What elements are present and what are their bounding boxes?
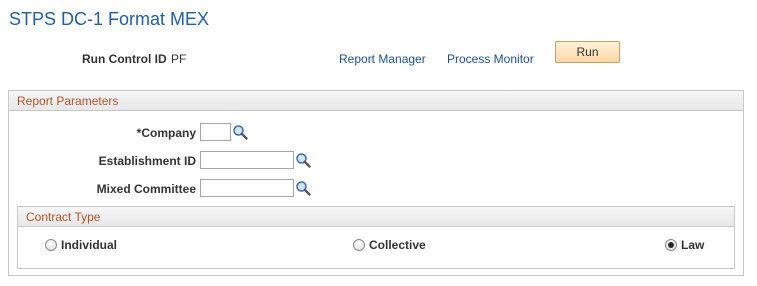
contract-type-law-option[interactable]: Law	[665, 238, 704, 252]
report-parameters-group: Report Parameters *Company Establishment…	[8, 90, 744, 276]
contract-type-group: Contract Type Individual Collective Law	[17, 206, 735, 269]
contract-type-header: Contract Type	[18, 207, 734, 227]
company-input[interactable]	[200, 123, 231, 141]
individual-label: Individual	[61, 238, 118, 252]
mixed-committee-input[interactable]	[200, 179, 294, 197]
collective-radio[interactable]	[353, 239, 365, 251]
run-control-id-value: PF	[171, 52, 187, 66]
individual-radio[interactable]	[45, 239, 57, 251]
report-parameters-header: Report Parameters	[9, 91, 743, 111]
report-manager-link[interactable]: Report Manager	[339, 52, 426, 66]
run-button[interactable]: Run	[555, 41, 620, 63]
company-lookup-icon[interactable]	[232, 124, 248, 140]
establishment-id-label: Establishment ID	[98, 154, 196, 168]
process-monitor-link[interactable]: Process Monitor	[447, 52, 534, 66]
contract-type-collective-option[interactable]: Collective	[353, 238, 426, 252]
mixed-committee-lookup-icon[interactable]	[295, 180, 311, 196]
establishment-id-lookup-icon[interactable]	[295, 152, 311, 168]
run-control-id-label: Run Control ID	[82, 52, 167, 66]
company-label: *Company	[136, 126, 196, 140]
law-radio[interactable]	[665, 239, 677, 251]
contract-type-individual-option[interactable]: Individual	[45, 238, 117, 252]
mixed-committee-label: Mixed Committee	[96, 182, 196, 196]
collective-label: Collective	[369, 238, 426, 252]
establishment-id-input[interactable]	[200, 151, 294, 169]
law-label: Law	[681, 238, 705, 252]
page-title: STPS DC-1 Format MEX	[9, 9, 210, 29]
